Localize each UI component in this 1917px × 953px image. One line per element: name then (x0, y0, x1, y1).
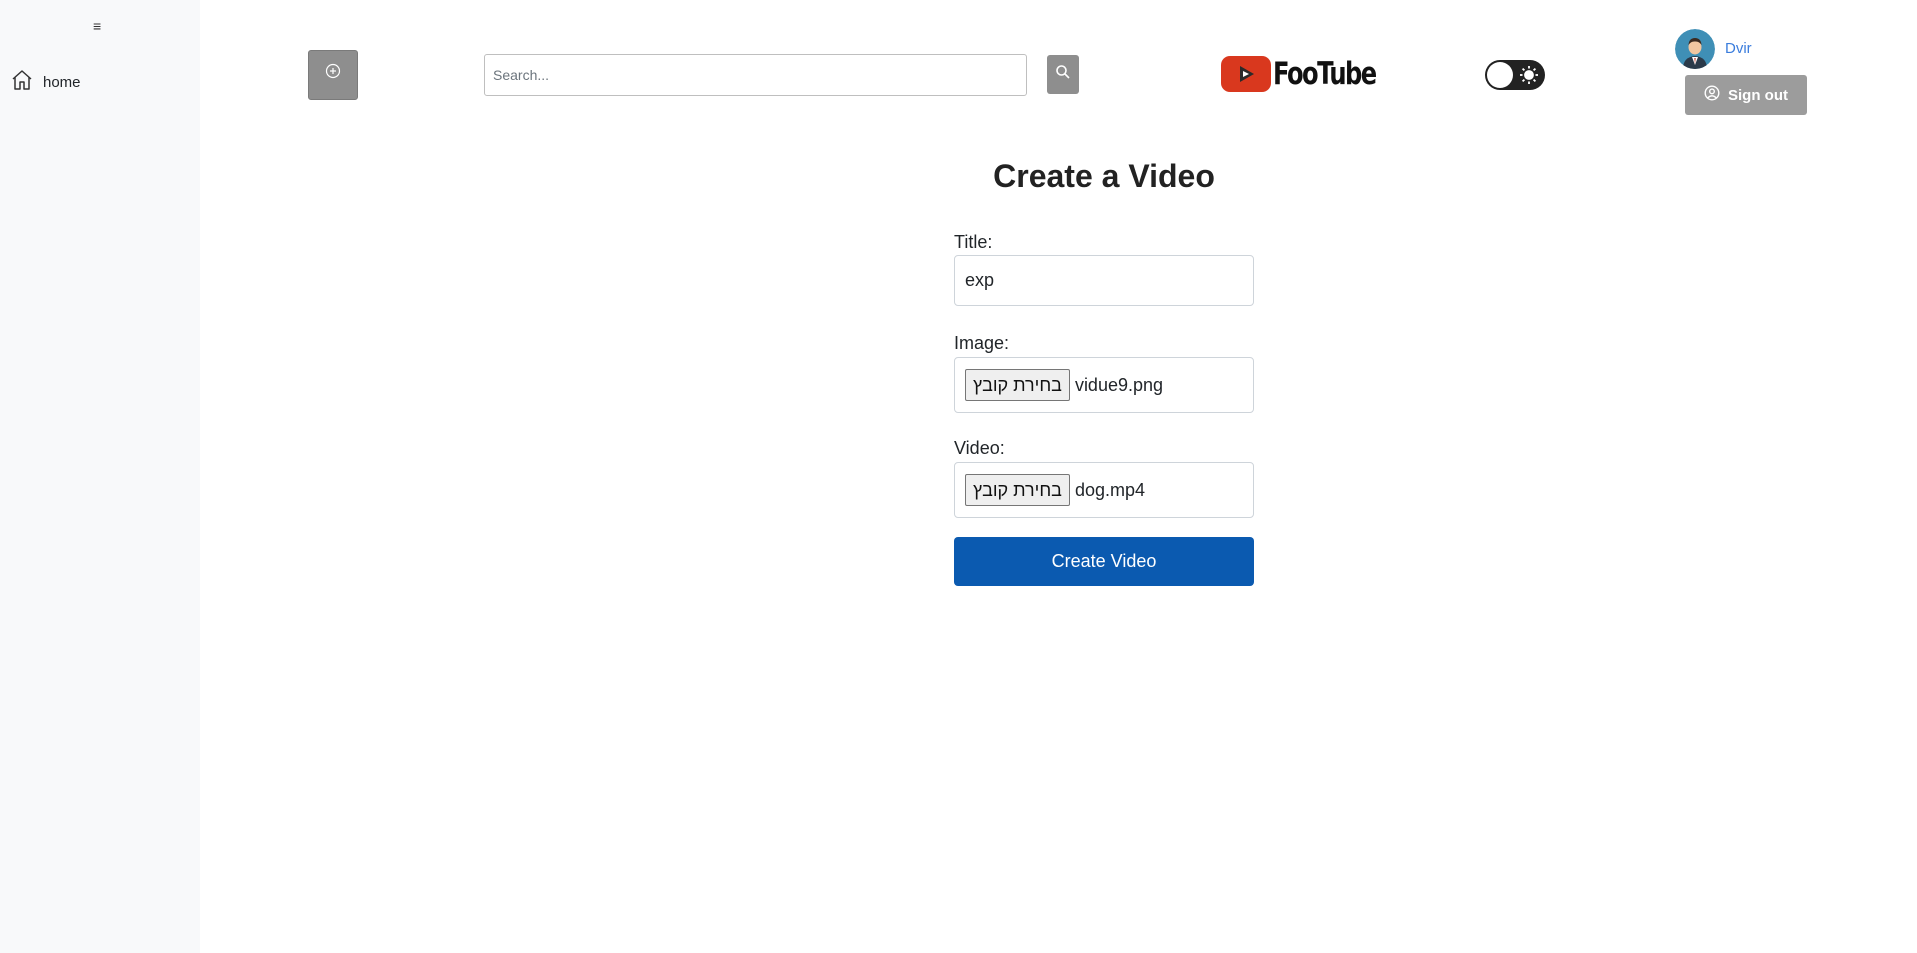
search-icon (1055, 64, 1071, 85)
avatar[interactable] (1675, 29, 1715, 69)
sidebar-item-home[interactable]: home (10, 68, 81, 97)
home-icon (10, 68, 34, 97)
video-label: Video: (954, 438, 1005, 458)
title-field[interactable] (954, 255, 1254, 306)
search-button[interactable] (1047, 55, 1079, 94)
menu-toggle-icon[interactable]: ≡ (93, 18, 101, 34)
sidebar-item-label: home (43, 74, 81, 91)
video-file-input[interactable]: בחירת קובץ dog.mp4 (954, 462, 1254, 518)
username-link[interactable]: Dvir (1725, 40, 1752, 57)
sidebar: ≡ home (0, 0, 200, 953)
image-file-input[interactable]: בחירת קובץ vidue9.png (954, 357, 1254, 413)
image-file-name: vidue9.png (1074, 374, 1164, 395)
image-choose-file-button[interactable]: בחירת קובץ (965, 369, 1070, 401)
plus-circle-icon (325, 63, 341, 99)
image-label: Image: (954, 333, 1010, 353)
footube-logo[interactable]: FooTube (1221, 56, 1405, 92)
upload-video-button[interactable] (308, 50, 358, 100)
sign-out-label: Sign out (1728, 86, 1788, 104)
title-label: Title: (954, 232, 993, 252)
theme-toggle[interactable] (1485, 60, 1545, 90)
create-video-button[interactable]: Create Video (954, 537, 1254, 586)
logo-text: FooTube (1273, 56, 1377, 92)
sign-out-button[interactable]: Sign out (1685, 75, 1807, 115)
search-input[interactable] (484, 54, 1027, 96)
page-title: Create a Video (993, 158, 1215, 194)
video-file-name: dog.mp4 (1074, 479, 1145, 500)
sun-icon (1519, 65, 1539, 90)
toggle-knob (1487, 62, 1513, 88)
user-circle-icon (1704, 85, 1720, 105)
play-logo-icon (1221, 56, 1271, 92)
video-choose-file-button[interactable]: בחירת קובץ (965, 474, 1070, 506)
